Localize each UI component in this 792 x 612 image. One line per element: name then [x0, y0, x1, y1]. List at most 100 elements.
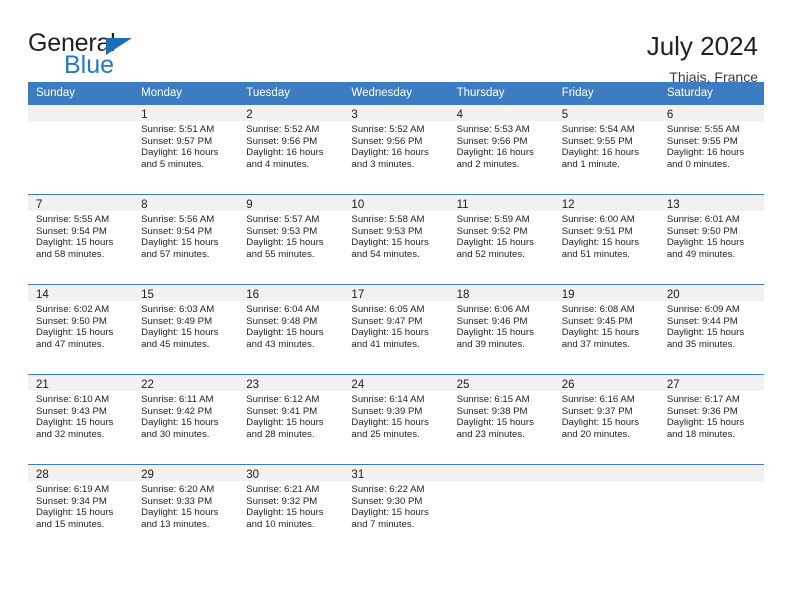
- calendar-week-row: 1 Sunrise: 5:51 AM Sunset: 9:57 PM Daylight…: [28, 104, 764, 193]
- daylight-text-line1: Daylight: 15 hours: [246, 417, 324, 429]
- day-number-bar: 8: [133, 195, 239, 211]
- sunrise-text: Sunrise: 6:09 AM: [666, 304, 740, 315]
- daylight-text-line2: and 0 minutes.: [666, 158, 730, 170]
- sunrise-text: Sunrise: 5:56 AM: [141, 214, 215, 225]
- day-info: Sunrise: 5:53 AM Sunset: 9:56 PM Daylight:…: [449, 121, 554, 170]
- sunset-text: Sunset: 9:36 PM: [666, 405, 738, 417]
- calendar-day-cell[interactable]: 13 Sunrise: 6:01 AM Sunset: 9:50 PM Dayligh…: [658, 195, 764, 283]
- day-number: 22: [141, 379, 154, 391]
- day-number: 14: [36, 289, 49, 301]
- day-info: Sunrise: 6:12 AM Sunset: 9:41 PM Daylight:…: [238, 391, 343, 440]
- calendar-day-cell[interactable]: 5 Sunrise: 5:54 AM Sunset: 9:55 PM Daylight…: [553, 105, 659, 193]
- calendar-day-cell[interactable]: 10 Sunrise: 5:58 AM Sunset: 9:53 PM Dayligh…: [343, 195, 449, 283]
- day-number: 11: [456, 199, 469, 211]
- calendar-day-cell[interactable]: 12 Sunrise: 6:00 AM Sunset: 9:51 PM Dayligh…: [553, 195, 659, 283]
- daylight-text-line1: Daylight: 15 hours: [456, 237, 534, 249]
- calendar-day-cell[interactable]: 15 Sunrise: 6:03 AM Sunset: 9:49 PM Dayligh…: [133, 285, 239, 373]
- daylight-text-line1: Daylight: 16 hours: [246, 147, 324, 159]
- day-number-bar: 15: [133, 285, 239, 301]
- calendar-week-row: 7 Sunrise: 5:55 AM Sunset: 9:54 PM Daylight…: [28, 194, 764, 283]
- calendar-day-cell[interactable]: 22 Sunrise: 6:11 AM Sunset: 9:42 PM Dayligh…: [133, 375, 239, 463]
- day-info: Sunrise: 6:02 AM Sunset: 9:50 PM Daylight:…: [28, 301, 133, 350]
- weekday-header-sunday: Sunday: [36, 87, 76, 99]
- calendar-day-cell-empty: [448, 465, 554, 553]
- sunrise-text: Sunrise: 5:53 AM: [456, 124, 530, 135]
- day-number-bar: 21: [28, 375, 134, 391]
- daylight-text-line2: and 23 minutes.: [456, 428, 525, 440]
- sunset-text: Sunset: 9:33 PM: [141, 495, 213, 507]
- calendar-day-cell[interactable]: 30 Sunrise: 6:21 AM Sunset: 9:32 PM Dayligh…: [238, 465, 344, 553]
- day-info: [659, 481, 764, 484]
- sunrise-text: Sunrise: 5:55 AM: [36, 214, 110, 225]
- calendar-day-cell-empty: [553, 465, 659, 553]
- daylight-text-line1: Daylight: 15 hours: [36, 327, 114, 339]
- day-number: 4: [456, 109, 463, 121]
- day-info: Sunrise: 5:55 AM Sunset: 9:55 PM Daylight:…: [659, 121, 764, 170]
- weekday-header-wednesday: Wednesday: [351, 87, 412, 99]
- daylight-text-line1: Daylight: 16 hours: [666, 147, 745, 159]
- daylight-text-line2: and 28 minutes.: [246, 428, 315, 440]
- calendar-day-cell[interactable]: 11 Sunrise: 5:59 AM Sunset: 9:52 PM Dayligh…: [448, 195, 554, 283]
- calendar-day-cell[interactable]: 25 Sunrise: 6:15 AM Sunset: 9:38 PM Dayligh…: [448, 375, 554, 463]
- day-number: 15: [141, 289, 154, 301]
- sunset-text: Sunset: 9:46 PM: [456, 315, 528, 327]
- calendar-page: General Blue July 2024 Thiais, France Su…: [0, 0, 792, 612]
- day-number: 1: [141, 109, 148, 121]
- calendar-weeks: 1 Sunrise: 5:51 AM Sunset: 9:57 PM Daylight…: [28, 104, 764, 553]
- day-info: Sunrise: 5:57 AM Sunset: 9:53 PM Daylight:…: [238, 211, 343, 260]
- calendar-day-cell[interactable]: 1 Sunrise: 5:51 AM Sunset: 9:57 PM Daylight…: [133, 105, 239, 193]
- day-number: 18: [456, 289, 470, 301]
- daylight-text-line1: Daylight: 15 hours: [456, 417, 534, 429]
- sunrise-text: Sunrise: 6:15 AM: [456, 394, 530, 405]
- calendar-day-cell[interactable]: 28 Sunrise: 6:19 AM Sunset: 9:34 PM Dayligh…: [28, 465, 134, 553]
- day-number: 23: [246, 379, 260, 391]
- calendar-day-cell[interactable]: 4 Sunrise: 5:53 AM Sunset: 9:56 PM Daylight…: [448, 105, 554, 193]
- day-number-bar: 9: [238, 195, 344, 211]
- sunrise-text: Sunrise: 6:00 AM: [561, 214, 635, 225]
- calendar-day-cell[interactable]: 3 Sunrise: 5:52 AM Sunset: 9:56 PM Daylight…: [343, 105, 449, 193]
- general-blue-logo[interactable]: General Blue: [28, 30, 168, 82]
- day-info: Sunrise: 6:06 AM Sunset: 9:46 PM Daylight:…: [449, 301, 554, 350]
- calendar-day-cell[interactable]: 18 Sunrise: 6:06 AM Sunset: 9:46 PM Dayligh…: [448, 285, 554, 373]
- calendar-day-cell[interactable]: 17 Sunrise: 6:05 AM Sunset: 9:47 PM Dayligh…: [343, 285, 449, 373]
- day-info: Sunrise: 6:03 AM Sunset: 9:49 PM Daylight:…: [133, 301, 238, 350]
- daylight-text-line2: and 57 minutes.: [141, 248, 210, 260]
- calendar-day-cell[interactable]: 29 Sunrise: 6:20 AM Sunset: 9:33 PM Dayligh…: [133, 465, 239, 553]
- day-number-bar: 13: [658, 195, 764, 211]
- calendar-day-cell[interactable]: 23 Sunrise: 6:12 AM Sunset: 9:41 PM Dayligh…: [238, 375, 344, 463]
- day-number-bar: [28, 105, 134, 121]
- day-info: Sunrise: 6:21 AM Sunset: 9:32 PM Daylight:…: [238, 481, 343, 530]
- calendar-day-cell[interactable]: 19 Sunrise: 6:08 AM Sunset: 9:45 PM Dayligh…: [553, 285, 659, 373]
- calendar-day-cell[interactable]: 27 Sunrise: 6:17 AM Sunset: 9:36 PM Dayligh…: [658, 375, 764, 463]
- daylight-text-line2: and 58 minutes.: [36, 248, 105, 260]
- sunrise-text: Sunrise: 6:21 AM: [246, 484, 320, 495]
- calendar-day-cell[interactable]: 6 Sunrise: 5:55 AM Sunset: 9:55 PM Daylight…: [658, 105, 764, 193]
- calendar-day-cell[interactable]: 24 Sunrise: 6:14 AM Sunset: 9:39 PM Dayligh…: [343, 375, 449, 463]
- calendar-day-cell[interactable]: 7 Sunrise: 5:55 AM Sunset: 9:54 PM Daylight…: [28, 195, 134, 283]
- calendar-day-cell[interactable]: 16 Sunrise: 6:04 AM Sunset: 9:48 PM Dayligh…: [238, 285, 344, 373]
- day-info: Sunrise: 6:09 AM Sunset: 9:44 PM Daylight:…: [659, 301, 764, 350]
- sunrise-text: Sunrise: 5:54 AM: [561, 124, 635, 135]
- sunset-text: Sunset: 9:42 PM: [141, 405, 213, 417]
- calendar-day-cell[interactable]: 26 Sunrise: 6:16 AM Sunset: 9:37 PM Dayligh…: [553, 375, 659, 463]
- sunrise-text: Sunrise: 5:57 AM: [246, 214, 320, 225]
- sunset-text: Sunset: 9:37 PM: [561, 405, 633, 417]
- sunset-text: Sunset: 9:38 PM: [456, 405, 528, 417]
- sunset-text: Sunset: 9:56 PM: [351, 135, 423, 147]
- sunset-text: Sunset: 9:43 PM: [36, 405, 107, 417]
- day-number-bar: 28: [28, 465, 134, 481]
- calendar-day-cell[interactable]: 20 Sunrise: 6:09 AM Sunset: 9:44 PM Dayligh…: [658, 285, 764, 373]
- calendar-day-cell[interactable]: 31 Sunrise: 6:22 AM Sunset: 9:30 PM Dayligh…: [343, 465, 449, 553]
- calendar-day-cell[interactable]: 2 Sunrise: 5:52 AM Sunset: 9:56 PM Daylight…: [238, 105, 344, 193]
- sunrise-text: Sunrise: 5:52 AM: [246, 124, 320, 135]
- calendar-day-cell[interactable]: 14 Sunrise: 6:02 AM Sunset: 9:50 PM Dayligh…: [28, 285, 134, 373]
- sunset-text: Sunset: 9:53 PM: [246, 225, 318, 237]
- day-info: Sunrise: 6:15 AM Sunset: 9:38 PM Daylight:…: [449, 391, 554, 440]
- day-number-bar: 19: [553, 285, 659, 301]
- day-info: Sunrise: 5:56 AM Sunset: 9:54 PM Daylight:…: [133, 211, 238, 260]
- day-number-bar: 17: [343, 285, 449, 301]
- calendar-day-cell[interactable]: 9 Sunrise: 5:57 AM Sunset: 9:53 PM Daylight…: [238, 195, 344, 283]
- calendar-day-cell[interactable]: 21 Sunrise: 6:10 AM Sunset: 9:43 PM Dayligh…: [28, 375, 134, 463]
- calendar-day-cell[interactable]: 8 Sunrise: 5:56 AM Sunset: 9:54 PM Daylight…: [133, 195, 239, 283]
- day-number: 8: [141, 199, 148, 211]
